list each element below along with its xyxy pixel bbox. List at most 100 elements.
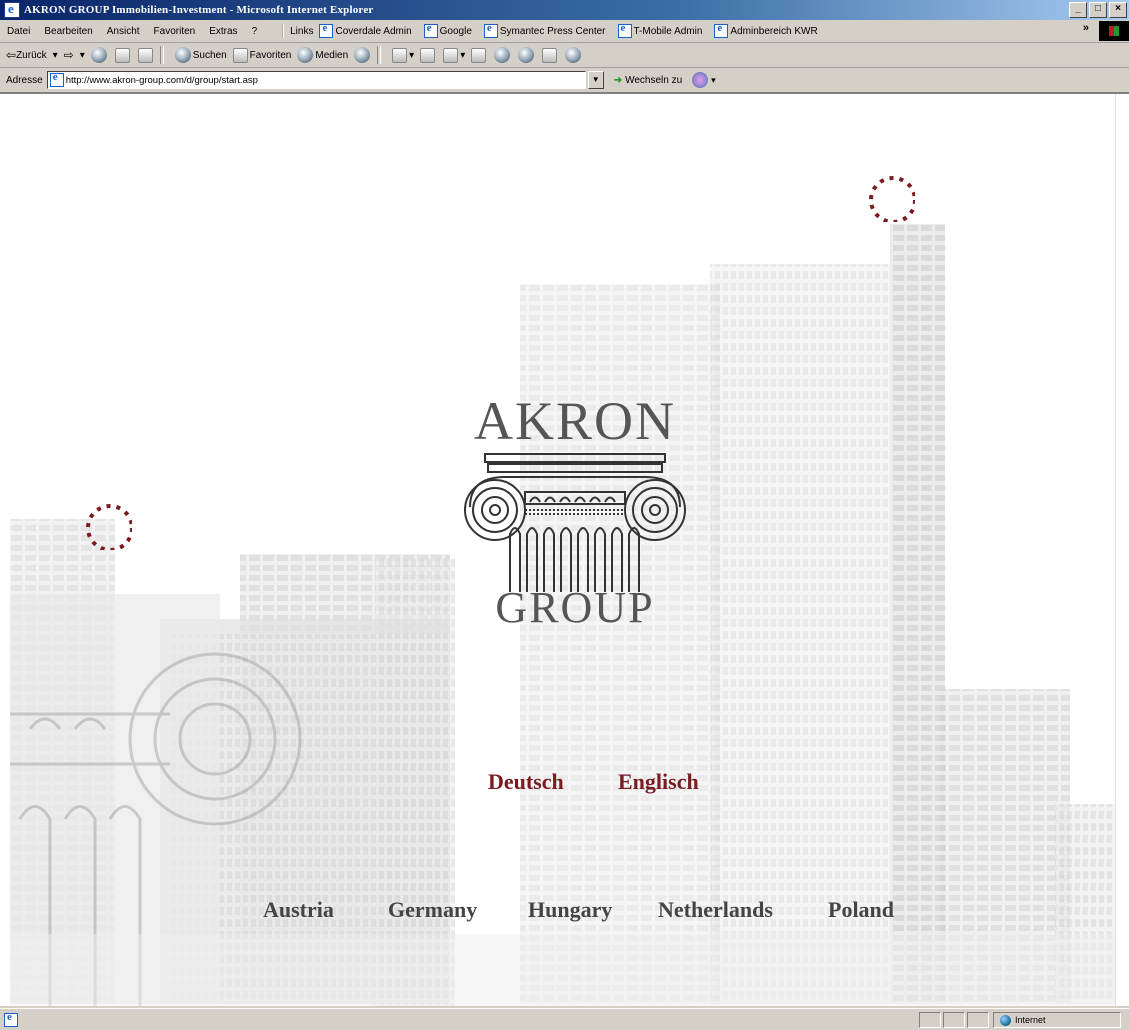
address-input[interactable]: http://www.akron-group.com/d/group/start… xyxy=(46,71,586,89)
country-link-poland[interactable]: Poland xyxy=(828,897,894,923)
address-bar: Adresse http://www.akron-group.com/d/gro… xyxy=(0,68,1129,94)
address-url: http://www.akron-group.com/d/group/start… xyxy=(65,74,258,86)
messenger-icon xyxy=(494,47,511,63)
toolbar-separator xyxy=(377,46,382,64)
history-button[interactable] xyxy=(354,47,372,63)
back-dropdown[interactable]: ▾ xyxy=(53,50,58,61)
status-panel xyxy=(943,1012,965,1028)
toolbar-overflow-button[interactable]: » xyxy=(1083,22,1089,34)
stop-button[interactable] xyxy=(90,47,109,63)
edit-button[interactable]: ▾ xyxy=(443,47,465,63)
link-adminbereich-kwr[interactable]: Adminbereich KWR xyxy=(714,22,818,38)
country-link-netherlands[interactable]: Netherlands xyxy=(658,897,773,923)
extra-tool-icon xyxy=(565,47,582,63)
country-link-germany[interactable]: Germany xyxy=(388,897,477,923)
refresh-button[interactable] xyxy=(114,47,132,63)
media-icon xyxy=(297,47,314,63)
close-button[interactable]: × xyxy=(1109,2,1127,18)
country-link-hungary[interactable]: Hungary xyxy=(528,897,612,923)
print-button[interactable] xyxy=(420,47,437,63)
status-panel xyxy=(967,1012,989,1028)
link-tmobile-admin[interactable]: T-Mobile Admin xyxy=(617,22,702,38)
country-link-austria[interactable]: Austria xyxy=(263,897,334,923)
security-zone: Internet xyxy=(993,1012,1121,1028)
discuss-icon xyxy=(471,47,487,63)
refresh-icon xyxy=(114,47,130,63)
menu-datei[interactable]: Datei xyxy=(0,26,37,37)
windows-logo-icon xyxy=(1099,21,1129,41)
menu-extras[interactable]: Extras xyxy=(202,26,244,37)
go-button[interactable]: ➜ Wechseln zu xyxy=(614,75,682,86)
links-label: Links xyxy=(290,25,314,37)
print-icon xyxy=(420,47,436,63)
stop-icon xyxy=(90,47,107,63)
address-label: Adresse xyxy=(6,74,43,86)
ionic-column-icon xyxy=(464,453,686,592)
status-panels xyxy=(919,1012,989,1028)
messenger-button[interactable] xyxy=(494,47,512,63)
ie-page-icon xyxy=(617,22,632,38)
toolbar-separator xyxy=(159,46,164,64)
search-button[interactable]: Suchen xyxy=(174,47,227,63)
favorites-icon xyxy=(232,47,248,63)
edit-icon xyxy=(443,47,459,63)
minimize-button[interactable]: _ xyxy=(1069,2,1087,18)
home-icon xyxy=(137,47,153,63)
page-status-icon xyxy=(4,1011,18,1027)
dotted-circle-decoration xyxy=(869,176,915,222)
search-icon xyxy=(174,47,191,63)
link-coverdale-admin[interactable]: Coverdale Admin xyxy=(319,22,412,38)
globe-icon xyxy=(1000,1014,1011,1026)
title-bar: AKRON GROUP Immobilien-Investment - Micr… xyxy=(0,0,1129,20)
ie-icon xyxy=(4,1,20,18)
ie-page-icon xyxy=(423,22,438,38)
home-button[interactable] xyxy=(137,47,155,63)
related-button[interactable] xyxy=(518,47,536,63)
language-link-deutsch[interactable]: Deutsch xyxy=(488,769,564,795)
logo-text-akron: AKRON xyxy=(473,391,676,451)
address-dropdown-button[interactable]: ▼ xyxy=(587,71,604,89)
mail-button[interactable]: ▾ xyxy=(392,47,414,63)
forward-arrow-icon: ⇨ xyxy=(63,48,74,62)
ie-page-icon xyxy=(49,71,64,87)
ie-page-icon xyxy=(319,22,334,38)
window-controls: _ □ × xyxy=(1069,2,1127,18)
research-icon xyxy=(542,47,558,63)
related-icon xyxy=(518,47,535,63)
page-frame xyxy=(0,94,10,1006)
forward-button[interactable]: ⇨ xyxy=(64,48,74,62)
standard-toolbar: ⇦ Zurück ▾ ⇨ ▾ Suchen Favoriten Medien ▾ … xyxy=(0,43,1129,68)
menu-ansicht[interactable]: Ansicht xyxy=(100,26,147,37)
vertical-scrollbar[interactable] xyxy=(1115,94,1129,1006)
back-button[interactable]: ⇦ Zurück xyxy=(6,48,47,62)
extension-dropdown[interactable]: ▾ xyxy=(711,75,716,86)
media-button[interactable]: Medien xyxy=(297,47,348,63)
window-title: AKRON GROUP Immobilien-Investment - Micr… xyxy=(24,4,374,16)
menu-help[interactable]: ? xyxy=(245,26,265,37)
go-arrow-icon: ➜ xyxy=(613,74,623,86)
forward-dropdown[interactable]: ▾ xyxy=(80,50,85,61)
status-bar: Internet xyxy=(0,1008,1129,1030)
link-google[interactable]: Google xyxy=(423,22,472,38)
menu-favoriten[interactable]: Favoriten xyxy=(147,26,203,37)
dotted-circle-decoration xyxy=(86,504,132,550)
research-button[interactable] xyxy=(542,47,559,63)
back-arrow-icon: ⇦ xyxy=(6,48,17,62)
toolbar-extension-icon[interactable] xyxy=(692,72,709,88)
extra-button[interactable] xyxy=(565,47,583,63)
logo-text-group: GROUP xyxy=(495,583,655,632)
ie-page-icon xyxy=(714,22,729,38)
link-symantec[interactable]: Symantec Press Center xyxy=(483,22,606,38)
mail-icon xyxy=(392,47,408,63)
page-frame xyxy=(0,94,1129,114)
maximize-button[interactable]: □ xyxy=(1089,2,1107,18)
favorites-button[interactable]: Favoriten xyxy=(232,47,291,63)
menu-bar: Datei Bearbeiten Ansicht Favoriten Extra… xyxy=(0,20,1129,43)
history-icon xyxy=(354,47,371,63)
links-bar: Links Coverdale Admin Google Symantec Pr… xyxy=(282,22,830,38)
language-link-englisch[interactable]: Englisch xyxy=(618,769,699,795)
ie-page-icon xyxy=(483,22,498,38)
status-panel xyxy=(919,1012,941,1028)
discuss-button[interactable] xyxy=(471,47,488,63)
menu-bearbeiten[interactable]: Bearbeiten xyxy=(37,26,99,37)
